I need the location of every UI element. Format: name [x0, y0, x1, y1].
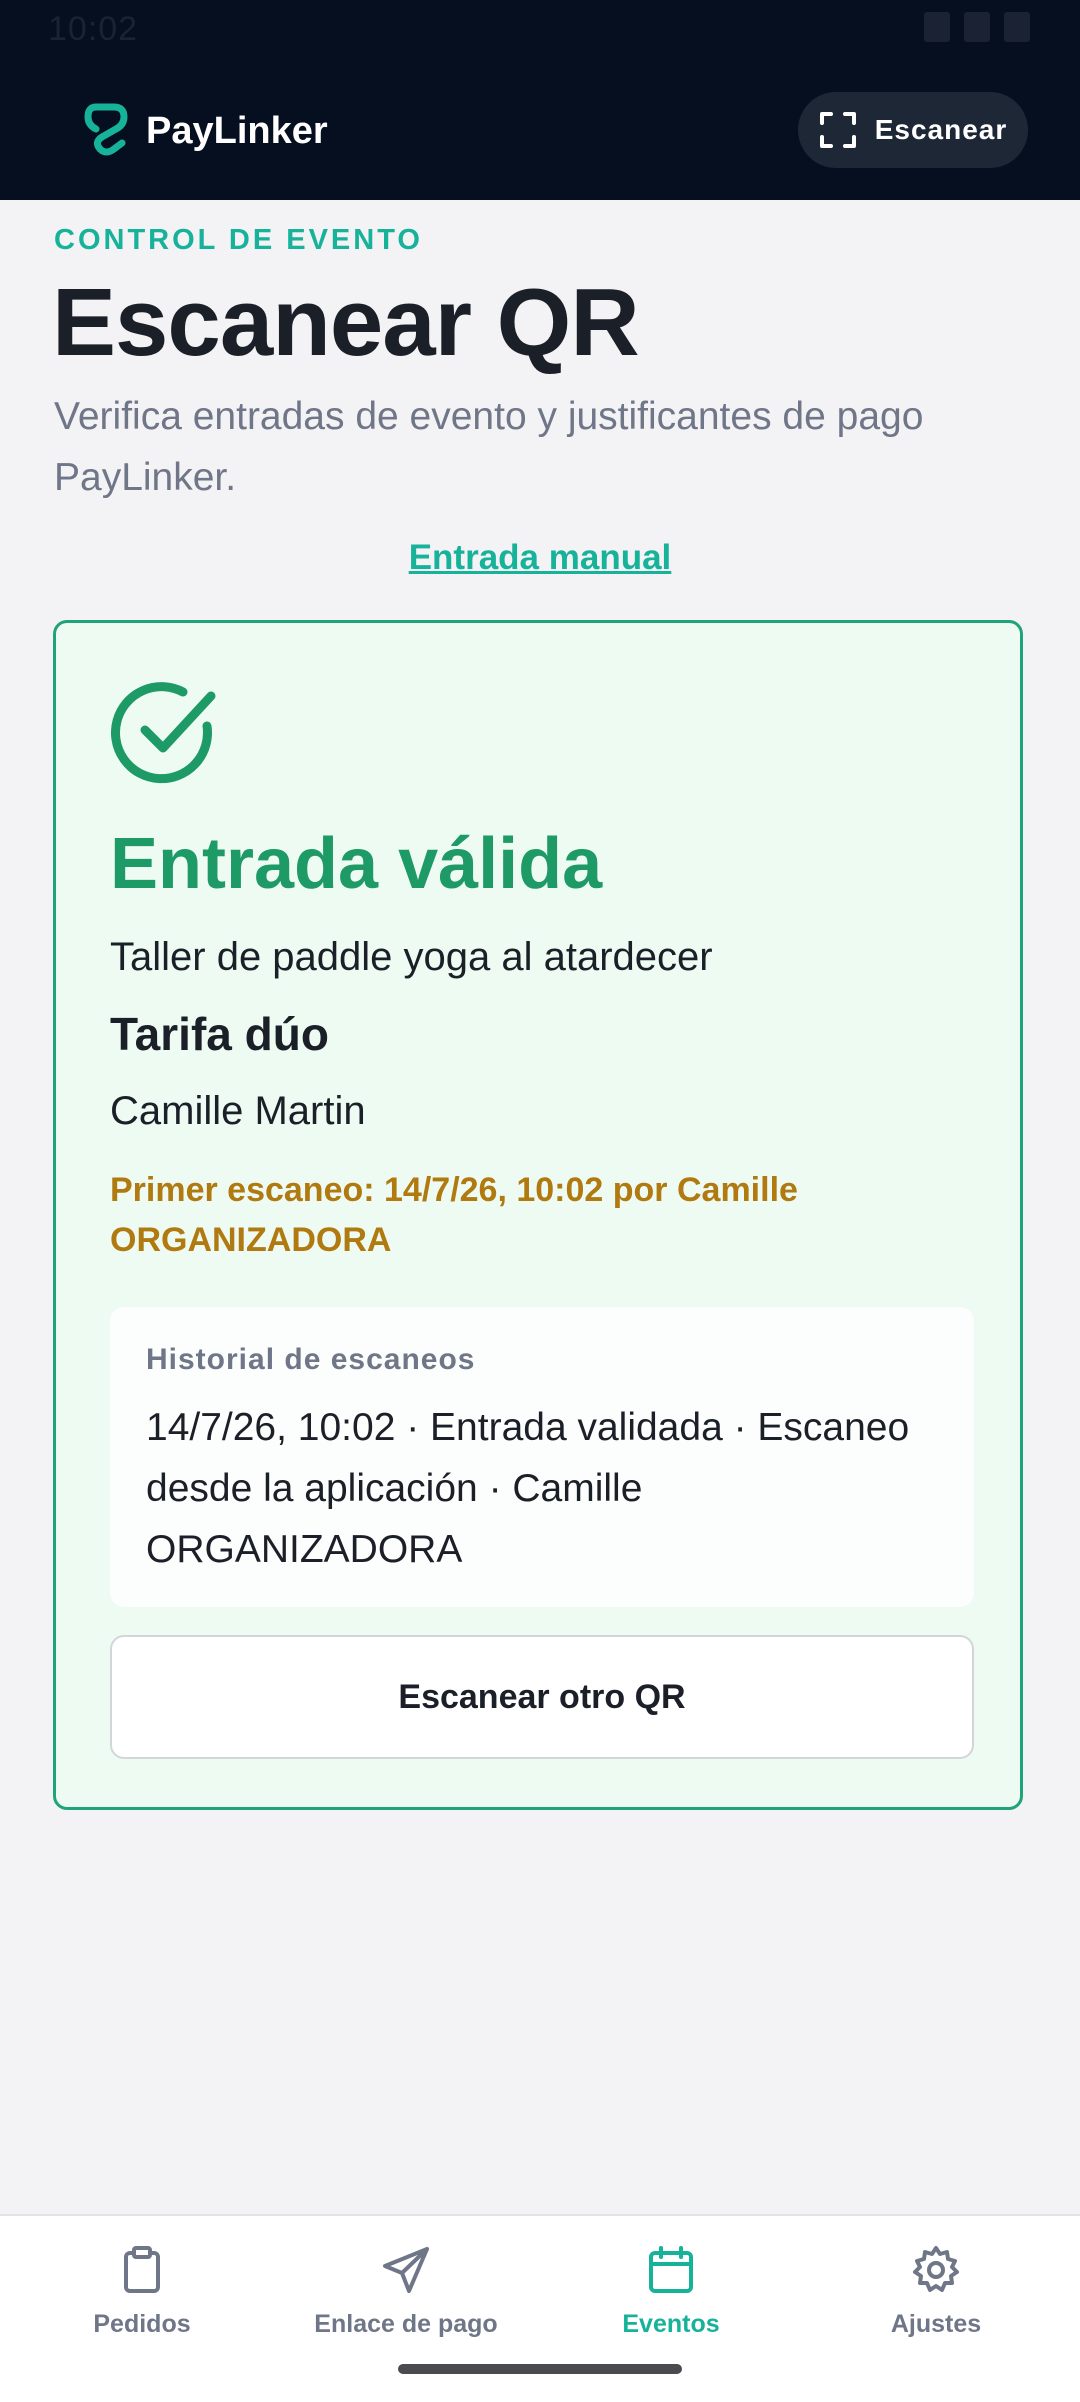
status-bar: 10:02	[0, 0, 1080, 60]
scan-result-card: Entrada válida Taller de paddle yoga al …	[53, 620, 1023, 1810]
result-status: Entrada válida	[110, 824, 603, 904]
clipboard-icon	[124, 2246, 160, 2293]
status-time: 10:02	[48, 10, 139, 48]
nav-label-ajustes: Ajustes	[890, 2310, 982, 2338]
event-name: Taller de paddle yoga al atardecer	[110, 935, 713, 979]
status-icons	[924, 12, 1030, 42]
ticket-holder: Camille Martin	[110, 1089, 366, 1133]
scan-history: Historial de escaneos 14/7/26, 10:02 · E…	[110, 1307, 974, 1607]
first-scan-warning: Primer escaneo: 14/7/26, 10:02 por Camil…	[110, 1171, 798, 1259]
ticket-tariff: Tarifa dúo	[110, 1008, 329, 1060]
brand-name: PayLinker	[146, 109, 328, 152]
scan-another-button[interactable]: Escanear otro QR	[110, 1635, 974, 1759]
header-scan-button[interactable]: Escanear	[798, 92, 1028, 168]
gear-icon	[913, 2246, 959, 2292]
nav-item-eventos[interactable]: Eventos	[541, 2244, 801, 2354]
scan-history-entry: 14/7/26, 10:02 · Entrada validada · Esca…	[146, 1406, 910, 1571]
paylinker-logo-icon	[84, 103, 128, 156]
scan-frame-icon	[819, 112, 856, 148]
scan-history-title: Historial de escaneos	[146, 1343, 476, 1376]
home-indicator[interactable]	[398, 2364, 682, 2374]
page-subtitle: Verifica entradas de evento y justifican…	[54, 395, 924, 499]
manual-entry-link[interactable]: Entrada manual	[0, 538, 1080, 578]
nav-item-enlace-de-pago[interactable]: Enlace de pago	[276, 2244, 536, 2354]
brand: PayLinker	[82, 100, 328, 162]
nav-item-pedidos[interactable]: Pedidos	[12, 2244, 272, 2354]
check-circle-icon	[111, 682, 216, 784]
header-scan-label: Escanear	[874, 114, 1008, 145]
calendar-icon	[649, 2246, 693, 2293]
signal-icon	[964, 12, 990, 42]
nav-item-ajustes[interactable]: Ajustes	[806, 2244, 1066, 2354]
nav-label-enlace-de-pago: Enlace de pago	[314, 2310, 498, 2338]
wifi-icon	[924, 12, 950, 42]
nav-label-pedidos: Pedidos	[93, 2310, 191, 2338]
battery-icon	[1004, 12, 1030, 42]
page-title: Escanear QR	[52, 269, 640, 376]
send-icon	[383, 2247, 429, 2293]
app-header: 10:02 PayLinker Escanear	[0, 0, 1080, 200]
nav-label-eventos: Eventos	[622, 2310, 720, 2338]
page-kicker: CONTROL DE EVENTO	[54, 224, 423, 256]
